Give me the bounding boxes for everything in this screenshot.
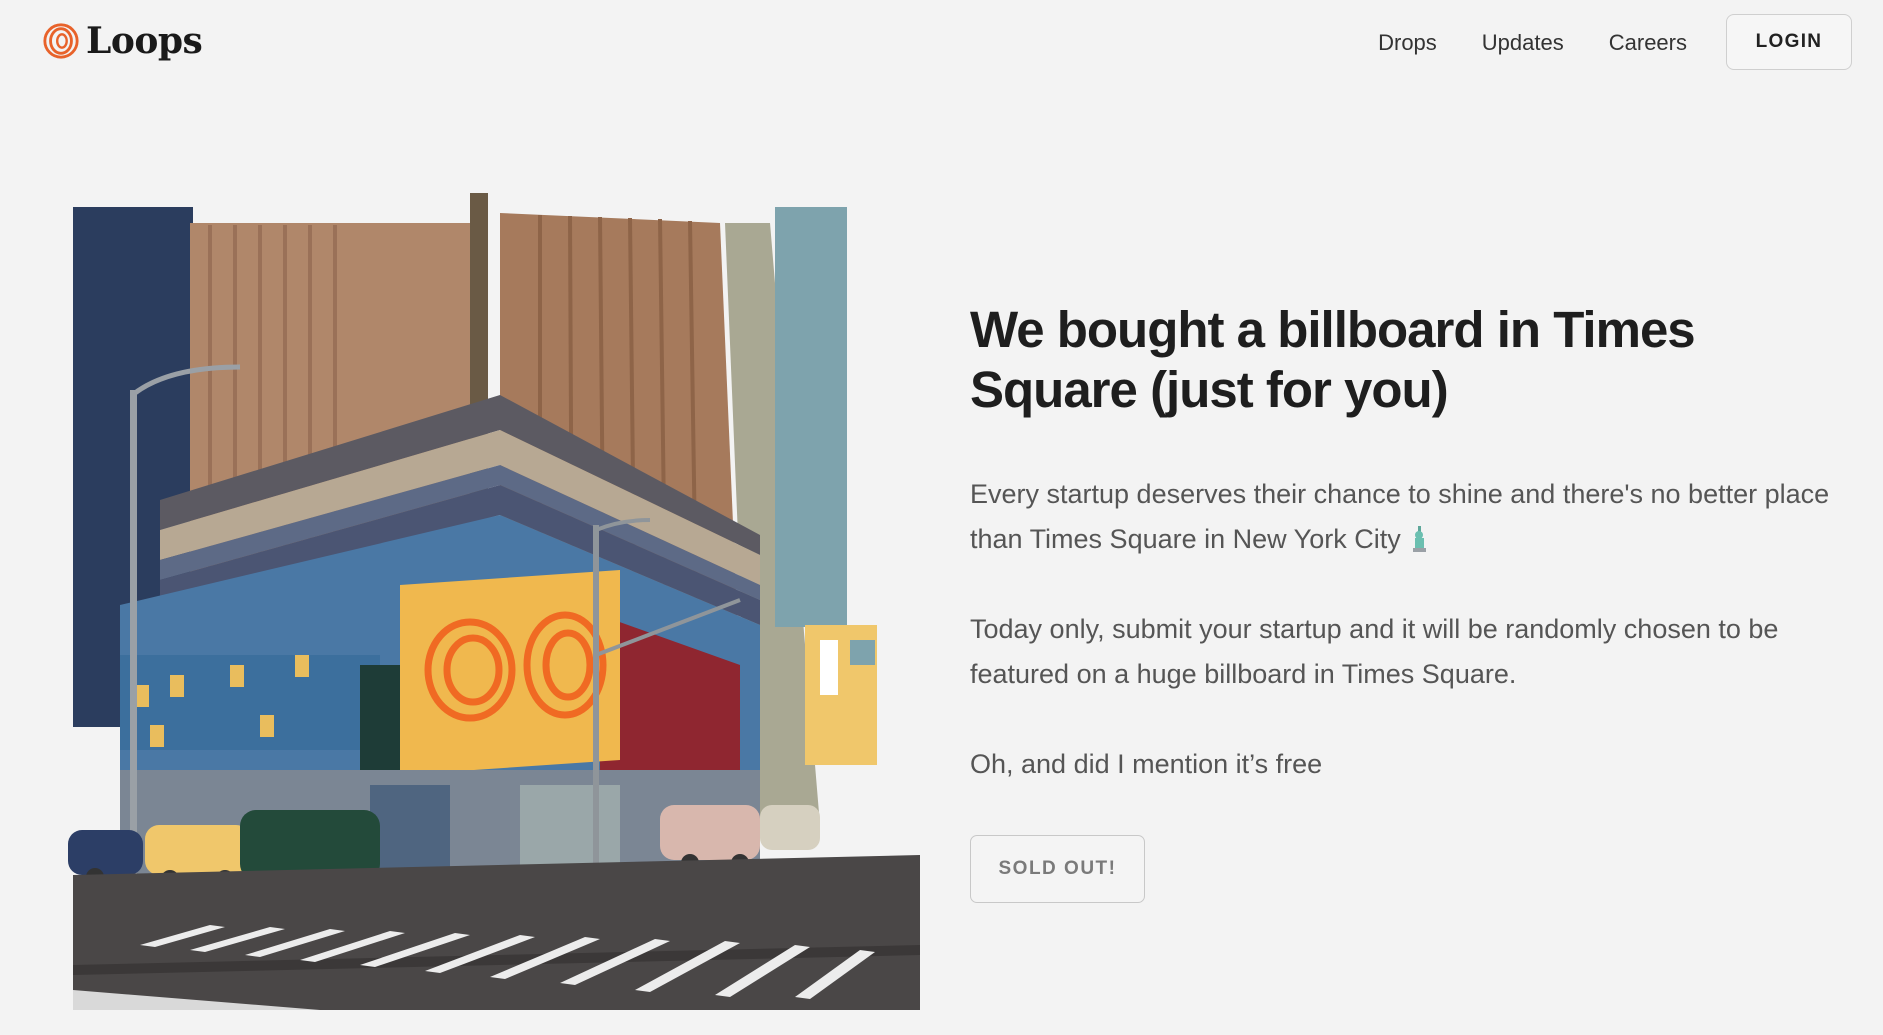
intro-text: Every startup deserves their chance to s…	[970, 479, 1830, 554]
site-header: Loops Drops Updates Careers LOGIN	[0, 0, 1883, 90]
intro-paragraph: Every startup deserves their chance to s…	[970, 472, 1850, 562]
nav-drops[interactable]: Drops	[1378, 30, 1437, 56]
logo[interactable]: Loops	[42, 20, 203, 62]
hero-content: We bought a billboard in Times Square (j…	[970, 300, 1850, 903]
details-paragraph: Today only, submit your startup and it w…	[970, 614, 1779, 689]
nav-updates[interactable]: Updates	[1482, 30, 1564, 56]
login-button[interactable]: LOGIN	[1726, 14, 1852, 70]
page-title: We bought a billboard in Times Square (j…	[970, 301, 1696, 418]
main-nav: Drops Updates Careers	[1378, 30, 1687, 56]
sold-out-button[interactable]: SOLD OUT!	[970, 835, 1145, 903]
statue-of-liberty-icon	[1412, 526, 1426, 552]
free-paragraph: Oh, and did I mention it’s free	[970, 749, 1323, 779]
logo-text: Loops	[86, 20, 203, 62]
hero-illustration	[60, 185, 920, 1010]
nav-careers[interactable]: Careers	[1609, 30, 1687, 56]
loops-logo-icon	[43, 23, 79, 59]
times-square-billboard-illustration	[68, 193, 920, 1010]
